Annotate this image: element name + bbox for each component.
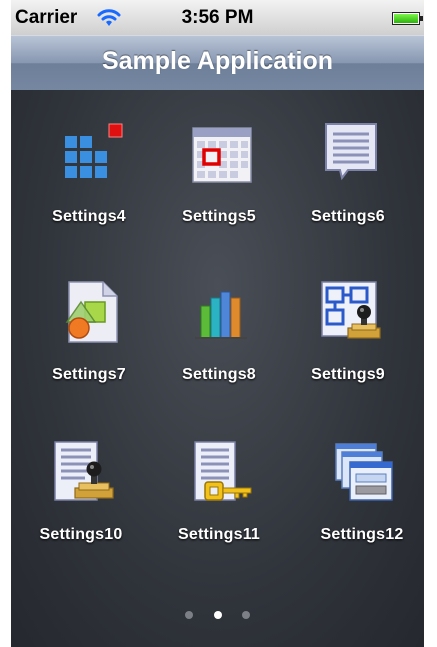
diagram-stamp-icon	[321, 281, 381, 339]
launcher-item-label: Settings11	[177, 526, 261, 543]
calendar-icon	[192, 127, 252, 183]
launcher-item-settings6[interactable]: Settings6	[283, 122, 413, 272]
status-bar: Carrier 3:56 PM	[11, 0, 424, 35]
page-indicator[interactable]	[185, 611, 194, 619]
app-screen: Carrier 3:56 PM Sample Application Setti…	[11, 0, 424, 647]
note-bubble-icon	[325, 123, 377, 181]
launcher-item-settings9[interactable]: Settings9	[283, 280, 413, 430]
launcher-item-settings8[interactable]: Settings8	[154, 280, 284, 430]
launcher-item-settings4[interactable]: Settings4	[24, 122, 154, 272]
launcher-item-settings10[interactable]: Settings10	[16, 440, 146, 590]
status-time: 3:56 PM	[181, 7, 254, 28]
launcher-item-settings12[interactable]: Settings12	[297, 440, 424, 590]
launcher-grid: Settings4 Settings5 Settings6 Settings7 …	[11, 90, 424, 647]
battery-icon	[392, 12, 423, 25]
page-title: Sample Application	[101, 47, 334, 75]
launcher-item-label: Settings5	[182, 208, 256, 225]
page-indicator[interactable]	[241, 611, 250, 619]
launcher-item-settings5[interactable]: Settings5	[154, 122, 284, 272]
launcher-item-label: Settings7	[52, 366, 126, 383]
bar-chart-icon	[195, 291, 247, 339]
navigation-bar: Sample Application	[11, 35, 424, 91]
page-indicator-active[interactable]	[213, 611, 222, 619]
document-stamp-icon	[54, 441, 114, 501]
launcher-item-label: Settings10	[39, 526, 123, 543]
launcher-item-label: Settings4	[52, 208, 126, 225]
page-control[interactable]	[11, 606, 424, 619]
grid-icon	[65, 123, 123, 178]
launcher-item-label: Settings12	[320, 526, 404, 543]
launcher-item-label: Settings8	[182, 366, 256, 383]
launcher-item-settings11[interactable]: Settings11	[154, 440, 284, 590]
document-key-icon	[194, 441, 252, 501]
launcher-item-label: Settings9	[311, 366, 385, 383]
windows-icon	[335, 443, 393, 501]
launcher-item-settings7[interactable]: Settings7	[24, 280, 154, 430]
launcher-item-label: Settings6	[311, 208, 385, 225]
shapes-document-icon	[65, 281, 118, 343]
